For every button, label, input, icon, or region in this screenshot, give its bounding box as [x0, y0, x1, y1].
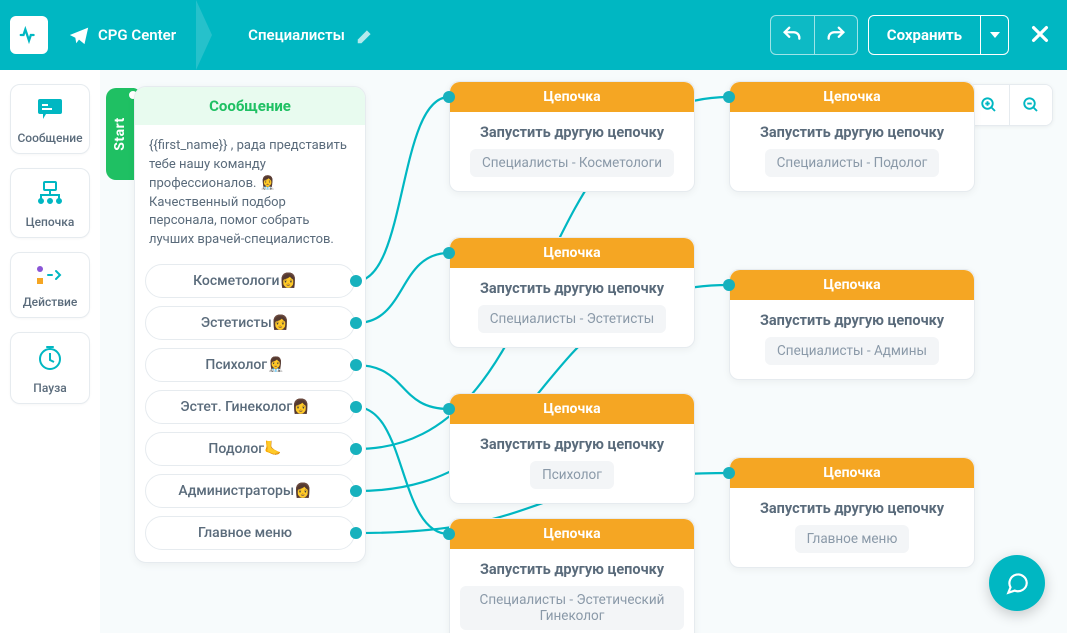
chain-target-label: Специалисты - Эстетисты	[478, 305, 667, 333]
chain-node[interactable]: Цепочка Запустить другую цепочку Специалис…	[449, 81, 695, 192]
chain-node[interactable]: Цепочка Запустить другую цепочку Психолог	[449, 393, 695, 504]
chain-target-label: Специалисты - Эстетический Гинеколог	[460, 586, 684, 630]
save-more-button[interactable]	[981, 15, 1009, 55]
chain-action-label: Запустить другую цепочку	[740, 500, 964, 517]
tool-message[interactable]: Сообщение	[10, 84, 90, 154]
output-port[interactable]	[350, 485, 362, 497]
chain-target-label: Специалисты - Косметологи	[470, 149, 674, 177]
message-option[interactable]: Косметологи👩	[145, 264, 355, 298]
chain-node[interactable]: Цепочка Запустить другую цепочку Специалис…	[729, 269, 975, 380]
output-port[interactable]	[350, 275, 362, 287]
breadcrumb-page-label: Специалисты	[248, 26, 345, 44]
chain-action-label: Запустить другую цепочку	[740, 312, 964, 329]
undo-icon	[781, 24, 803, 46]
chain-node[interactable]: Цепочка Запустить другую цепочку Специалис…	[729, 81, 975, 192]
action-icon	[36, 265, 64, 289]
breadcrumb-page[interactable]: Специалисты	[228, 0, 397, 70]
tool-label: Пауза	[33, 381, 66, 395]
header-actions: Сохранить	[770, 15, 1067, 55]
message-node[interactable]: Сообщение {{first_name}} , рада представ…	[134, 86, 366, 563]
chain-node-header: Цепочка	[450, 238, 694, 268]
chain-action-label: Запустить другую цепочку	[740, 124, 964, 141]
edit-icon	[355, 24, 377, 46]
tool-chain[interactable]: Цепочка	[10, 168, 90, 238]
message-option[interactable]: Эстетисты👩	[145, 306, 355, 340]
tool-label: Сообщение	[17, 131, 82, 145]
chain-target-label: Специалисты - Подолог	[765, 149, 940, 177]
message-option[interactable]: Эстет. Гинеколог👩	[145, 390, 355, 424]
chain-node-header: Цепочка	[730, 458, 974, 488]
chain-action-label: Запустить другую цепочку	[460, 124, 684, 141]
chain-target-label: Главное меню	[795, 525, 910, 553]
message-option[interactable]: Подолог🦶	[145, 432, 355, 466]
chain-action-label: Запустить другую цепочку	[460, 561, 684, 578]
chain-node[interactable]: Цепочка Запустить другую цепочку Специалис…	[449, 518, 695, 633]
chain-node-header: Цепочка	[730, 270, 974, 300]
tool-pause[interactable]: Пауза	[10, 332, 90, 404]
chain-node-header: Цепочка	[730, 82, 974, 112]
output-port[interactable]	[350, 527, 362, 539]
chain-node[interactable]: Цепочка Запустить другую цепочку Специалис…	[449, 237, 695, 348]
start-label: Start	[112, 117, 128, 151]
chat-icon	[1004, 570, 1030, 596]
tool-action[interactable]: Действие	[10, 252, 90, 318]
output-port[interactable]	[350, 443, 362, 455]
app-logo	[10, 16, 48, 54]
save-button[interactable]: Сохранить	[868, 15, 981, 55]
input-port[interactable]	[443, 528, 455, 540]
output-port[interactable]	[350, 401, 362, 413]
message-options: Косметологи👩 Эстетисты👩 Психолог👩‍⚕️ Эстет.…	[135, 264, 365, 562]
close-icon	[1029, 23, 1051, 45]
chain-node-header: Цепочка	[450, 394, 694, 424]
chain-icon	[35, 181, 65, 209]
start-tab[interactable]: Start	[106, 88, 134, 180]
input-port[interactable]	[723, 279, 735, 291]
close-button[interactable]	[1029, 19, 1051, 52]
message-node-body: {{first_name}} , рада представить тебе н…	[135, 125, 365, 264]
message-icon	[36, 97, 64, 125]
flow-canvas[interactable]: Start Сообщение {{first_name}} , рада пр…	[100, 70, 1067, 633]
input-port[interactable]	[443, 247, 455, 259]
zoom-in-icon	[980, 96, 998, 114]
breadcrumb-brand-label: CPG Center	[98, 26, 176, 44]
input-port[interactable]	[723, 467, 735, 479]
undo-redo-group	[770, 15, 858, 55]
breadcrumb-brand[interactable]: CPG Center	[48, 0, 196, 70]
tool-label: Действие	[23, 295, 78, 309]
input-port[interactable]	[443, 91, 455, 103]
message-option[interactable]: Администраторы👩	[145, 474, 355, 508]
save-button-label: Сохранить	[887, 26, 962, 44]
input-port[interactable]	[723, 91, 735, 103]
chain-node-header: Цепочка	[450, 519, 694, 549]
redo-button[interactable]	[814, 15, 858, 55]
breadcrumb-separator	[196, 0, 212, 70]
undo-button[interactable]	[770, 15, 814, 55]
message-node-header: Сообщение	[135, 87, 365, 125]
zoom-out-icon	[1022, 96, 1040, 114]
zoom-out-button[interactable]	[1010, 85, 1052, 125]
input-port[interactable]	[443, 403, 455, 415]
chain-node-header: Цепочка	[450, 82, 694, 112]
chain-node[interactable]: Цепочка Запустить другую цепочку Главное м…	[729, 457, 975, 568]
chain-target-label: Психолог	[530, 461, 614, 489]
output-port[interactable]	[350, 317, 362, 329]
zoom-controls	[967, 84, 1053, 126]
redo-icon	[825, 24, 847, 46]
pause-icon	[37, 345, 63, 375]
app-header: CPG Center Специалисты Сохранить	[0, 0, 1067, 70]
chain-target-label: Специалисты - Админы	[765, 337, 939, 365]
chain-action-label: Запустить другую цепочку	[460, 280, 684, 297]
telegram-icon	[68, 24, 90, 46]
tool-sidebar: Сообщение Цепочка Действие Пауза	[0, 70, 100, 633]
message-option[interactable]: Психолог👩‍⚕️	[145, 348, 355, 382]
message-option[interactable]: Главное меню	[145, 516, 355, 550]
output-port[interactable]	[350, 359, 362, 371]
support-chat-button[interactable]	[989, 555, 1045, 611]
save-button-group: Сохранить	[868, 15, 1009, 55]
chevron-down-icon	[990, 32, 1000, 38]
chain-action-label: Запустить другую цепочку	[460, 436, 684, 453]
tool-label: Цепочка	[26, 215, 75, 229]
